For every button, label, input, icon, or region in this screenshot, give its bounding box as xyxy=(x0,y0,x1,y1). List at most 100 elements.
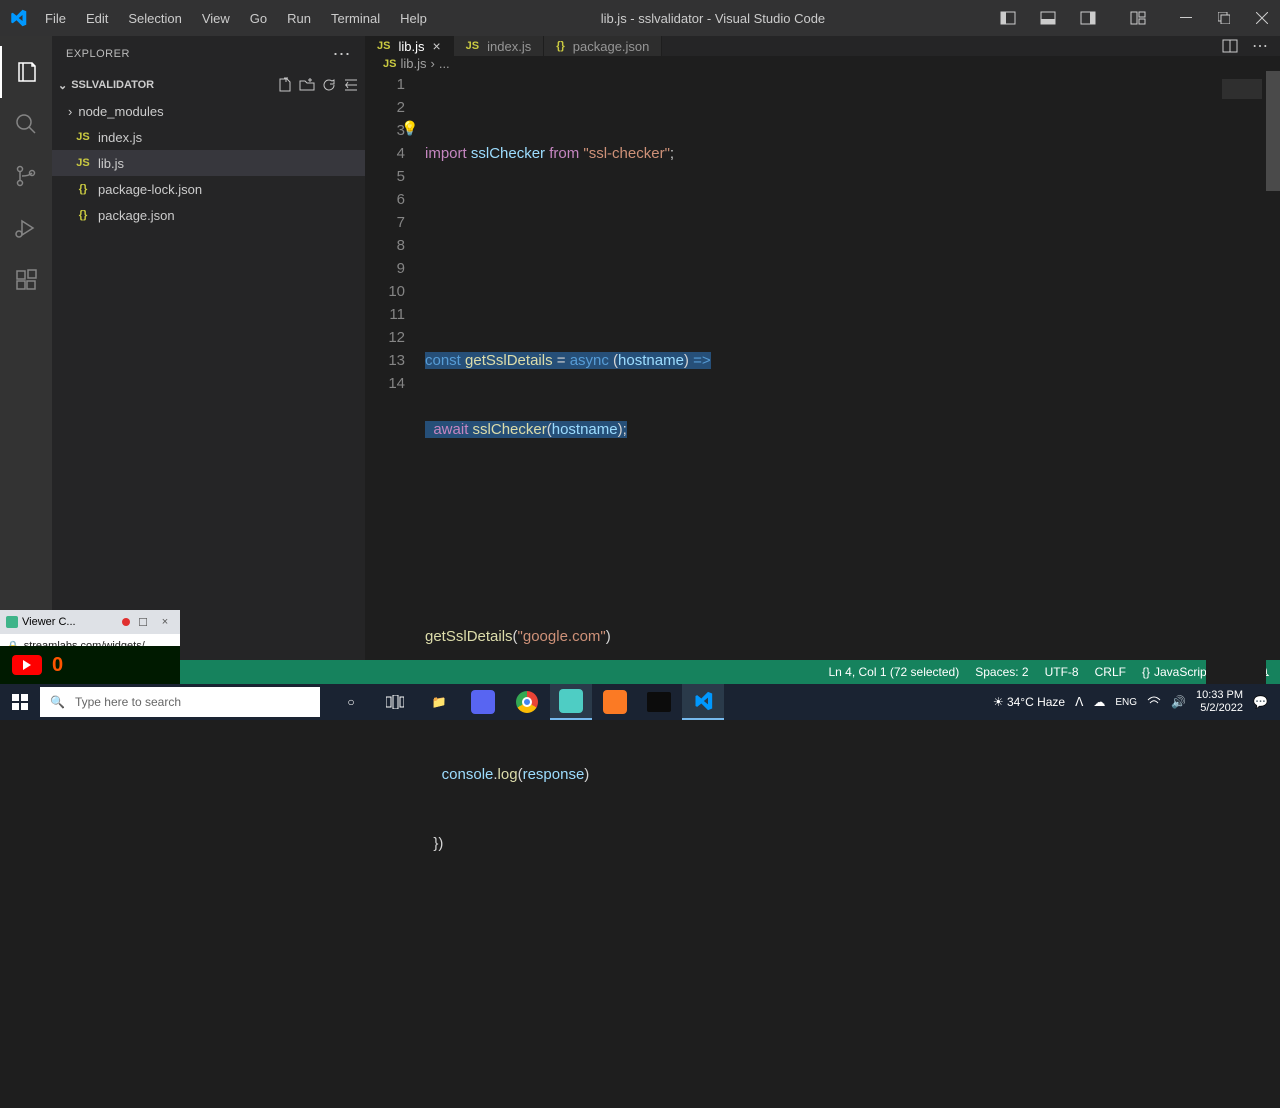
tab-close-icon[interactable]: × xyxy=(432,38,440,54)
titlebar: File Edit Selection View Go Run Terminal… xyxy=(0,0,1280,36)
minimap[interactable] xyxy=(1206,71,1266,1108)
collapse-icon[interactable] xyxy=(343,77,359,93)
taskbar-search[interactable]: 🔍 Type here to search xyxy=(40,687,320,717)
explorer-title: EXPLORER xyxy=(66,48,130,60)
app-icon-1[interactable] xyxy=(462,684,504,720)
tab-label: package.json xyxy=(573,39,650,54)
show-hidden-icon[interactable]: ᐱ xyxy=(1075,695,1083,709)
menu-run[interactable]: Run xyxy=(278,7,320,30)
tab-package-json[interactable]: {} package.json xyxy=(544,36,662,56)
json-file-icon: {} xyxy=(556,40,565,52)
tree-file-package-lock[interactable]: {} package-lock.json xyxy=(52,176,365,202)
chevron-right-icon: › xyxy=(68,104,72,119)
menu-file[interactable]: File xyxy=(36,7,75,30)
project-section-header[interactable]: ⌄ SSLVALIDATOR xyxy=(52,72,365,98)
notifications-icon[interactable]: 💬 xyxy=(1253,695,1268,709)
breadcrumb-symbol: ... xyxy=(439,56,450,71)
file-name: index.js xyxy=(98,130,142,145)
chrome-icon[interactable] xyxy=(506,684,548,720)
menu-view[interactable]: View xyxy=(193,7,239,30)
file-name: node_modules xyxy=(78,104,163,119)
maximize-icon[interactable] xyxy=(1206,0,1242,36)
clock[interactable]: 10:33 PM 5/2/2022 xyxy=(1196,689,1243,715)
search-placeholder: Type here to search xyxy=(75,695,181,709)
menu-edit[interactable]: Edit xyxy=(77,7,117,30)
new-folder-icon[interactable] xyxy=(299,77,315,93)
tab-lib-js[interactable]: JS lib.js × xyxy=(365,36,454,56)
code-editor[interactable]: 1234567891011121314 💡 import sslChecker … xyxy=(365,71,1280,1108)
volume-icon[interactable]: 🔊 xyxy=(1171,695,1186,709)
js-file-icon: JS xyxy=(74,157,92,169)
subscriber-count: 0 xyxy=(52,654,63,677)
json-file-icon: {} xyxy=(74,209,92,221)
onedrive-icon[interactable]: ☁ xyxy=(1093,695,1105,709)
xampp-icon[interactable] xyxy=(594,684,636,720)
breadcrumb-file: lib.js xyxy=(400,56,426,71)
tree-folder-node-modules[interactable]: › node_modules xyxy=(52,98,365,124)
lightbulb-icon[interactable]: 💡 xyxy=(401,117,418,140)
project-name: SSLVALIDATOR xyxy=(71,79,154,91)
editor-tabs: JS lib.js × JS index.js {} package.json … xyxy=(365,36,1280,56)
split-editor-icon[interactable] xyxy=(1222,38,1238,54)
browser-tab-title: Viewer C... xyxy=(22,616,118,628)
layout-sidebarleft-icon[interactable] xyxy=(990,0,1026,36)
js-file-icon: JS xyxy=(466,40,479,52)
file-explorer-icon[interactable]: 📁 xyxy=(418,684,460,720)
file-tree: › node_modules JS index.js JS lib.js {} … xyxy=(52,98,365,228)
tab-label: index.js xyxy=(487,39,531,54)
minimize-icon[interactable] xyxy=(1168,0,1204,36)
more-actions-icon[interactable]: ⋯ xyxy=(1252,36,1268,56)
browser-close-icon[interactable]: × xyxy=(156,616,174,628)
cortana-icon[interactable]: ○ xyxy=(330,684,372,720)
code-content[interactable]: 💡 import sslChecker from "ssl-checker"; … xyxy=(425,71,1280,1108)
menu-terminal[interactable]: Terminal xyxy=(322,7,389,30)
language-indicator[interactable]: ENG xyxy=(1115,697,1137,708)
tree-file-package-json[interactable]: {} package.json xyxy=(52,202,365,228)
file-name: package.json xyxy=(98,208,175,223)
wifi-icon[interactable] xyxy=(1147,696,1161,708)
youtube-icon xyxy=(12,655,42,675)
minimap-viewport xyxy=(1222,79,1262,99)
breadcrumb[interactable]: JS lib.js › ... xyxy=(365,56,1280,71)
terminal-icon[interactable] xyxy=(638,684,680,720)
tab-label: lib.js xyxy=(398,39,424,54)
activity-debug-icon[interactable] xyxy=(0,202,52,254)
explorer-more-icon[interactable]: ⋯ xyxy=(333,44,352,65)
menu-selection[interactable]: Selection xyxy=(119,7,190,30)
activity-extensions-icon[interactable] xyxy=(0,254,52,306)
js-file-icon: JS xyxy=(377,40,390,52)
activity-search-icon[interactable] xyxy=(0,98,52,150)
layout-sidebarright-icon[interactable] xyxy=(1070,0,1106,36)
menu-bar: File Edit Selection View Go Run Terminal… xyxy=(36,7,436,30)
activity-scm-icon[interactable] xyxy=(0,150,52,202)
vscode-taskbar-icon[interactable] xyxy=(682,684,724,720)
browser-tab[interactable]: Viewer C... ☐ × xyxy=(0,610,180,634)
file-name: package-lock.json xyxy=(98,182,202,197)
youtube-subscriber-overlay: 0 xyxy=(0,646,180,684)
tree-file-lib-js[interactable]: JS lib.js xyxy=(52,150,365,176)
line-numbers: 1234567891011121314 xyxy=(365,71,425,1108)
menu-help[interactable]: Help xyxy=(391,7,436,30)
tree-file-index-js[interactable]: JS index.js xyxy=(52,124,365,150)
weather-widget[interactable]: ☀ 34°C Haze xyxy=(993,695,1065,709)
customize-layout-icon[interactable] xyxy=(1120,0,1156,36)
explorer-header: EXPLORER ⋯ xyxy=(52,36,365,72)
vscode-logo-icon xyxy=(0,0,36,36)
editor-area: JS lib.js × JS index.js {} package.json … xyxy=(365,36,1280,660)
refresh-icon[interactable] xyxy=(321,77,337,93)
browser-maximize-icon[interactable]: ☐ xyxy=(134,616,152,629)
start-button[interactable] xyxy=(0,684,40,720)
chevron-down-icon: ⌄ xyxy=(58,79,67,92)
activity-explorer-icon[interactable] xyxy=(0,46,52,98)
tab-index-js[interactable]: JS index.js xyxy=(454,36,545,56)
layout-panel-icon[interactable] xyxy=(1030,0,1066,36)
app-icon-2[interactable] xyxy=(550,684,592,720)
menu-go[interactable]: Go xyxy=(241,7,276,30)
scrollbar-vertical[interactable] xyxy=(1266,71,1280,191)
json-file-icon: {} xyxy=(74,183,92,195)
search-icon: 🔍 xyxy=(50,695,65,709)
close-icon[interactable] xyxy=(1244,0,1280,36)
explorer-sidebar: EXPLORER ⋯ ⌄ SSLVALIDATOR › node_modules… xyxy=(52,36,365,660)
task-view-icon[interactable] xyxy=(374,684,416,720)
new-file-icon[interactable] xyxy=(277,77,293,93)
